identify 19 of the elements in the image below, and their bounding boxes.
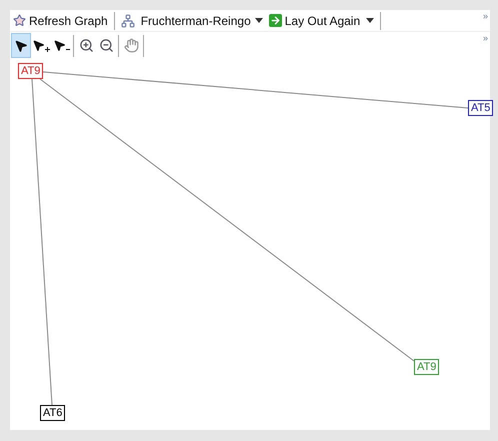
pointer-icon (14, 38, 28, 52)
layout-dropdown[interactable]: Fruchterman-Reingo (138, 12, 266, 30)
network-icon (120, 14, 135, 28)
caret-icon[interactable] (366, 18, 374, 23)
hand-icon (124, 38, 138, 53)
star-icon (13, 14, 26, 27)
graph-node[interactable]: AT5 (468, 100, 494, 116)
pointer-minus-icon (52, 39, 70, 52)
zoom-in-icon (78, 38, 94, 53)
overflow-chevron[interactable]: » (482, 10, 488, 24)
lay-out-again-button[interactable]: Lay Out Again (266, 12, 378, 30)
pointer-plus-icon (32, 39, 50, 52)
zoom-out-icon (98, 38, 114, 53)
refresh-graph-button[interactable]: Refresh Graph (10, 12, 111, 30)
caret-icon[interactable] (254, 18, 263, 23)
graph-node[interactable]: AT6 (40, 405, 66, 421)
overflow-chevron[interactable]: » (482, 32, 488, 46)
tool-button[interactable] (11, 33, 31, 58)
graph-node[interactable]: AT9 (18, 63, 44, 79)
